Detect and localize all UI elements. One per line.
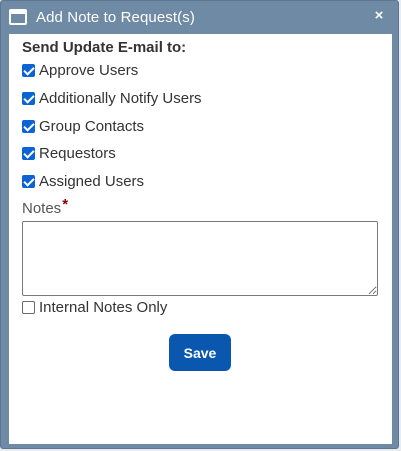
add-note-dialog: Add Note to Request(s) × Send Update E-m… xyxy=(0,0,399,449)
group-contacts-checkbox[interactable] xyxy=(22,119,35,133)
approve-users-checkbox[interactable] xyxy=(22,63,35,77)
assigned-users-label[interactable]: Assigned Users xyxy=(39,173,144,190)
requestors-label[interactable]: Requestors xyxy=(39,145,116,162)
required-marker: * xyxy=(62,196,69,213)
additionally-notify-users-checkbox[interactable] xyxy=(22,91,35,105)
save-button[interactable]: Save xyxy=(169,334,231,371)
internal-notes-only-option[interactable]: Internal Notes Only xyxy=(22,297,167,317)
window-icon xyxy=(9,9,27,25)
approve-users-label[interactable]: Approve Users xyxy=(39,62,138,79)
recipient-requestors[interactable]: Requestors xyxy=(22,143,116,163)
group-contacts-label[interactable]: Group Contacts xyxy=(39,118,144,135)
close-icon[interactable]: × xyxy=(372,7,386,25)
notes-label-text: Notes xyxy=(22,200,62,217)
notes-label: Notes* xyxy=(22,196,68,217)
internal-notes-only-checkbox[interactable] xyxy=(22,300,35,314)
recipient-assigned-users[interactable]: Assigned Users xyxy=(22,171,144,191)
dialog-title: Add Note to Request(s) xyxy=(36,9,195,26)
additionally-notify-users-label[interactable]: Additionally Notify Users xyxy=(39,90,202,107)
recipient-group-contacts[interactable]: Group Contacts xyxy=(22,116,144,136)
recipient-additionally-notify-users[interactable]: Additionally Notify Users xyxy=(22,88,202,108)
notes-textarea[interactable] xyxy=(22,221,378,296)
send-update-heading: Send Update E-mail to: xyxy=(22,39,187,56)
dialog-titlebar[interactable]: Add Note to Request(s) × xyxy=(1,1,398,34)
dialog-content: Send Update E-mail to: Approve Users Add… xyxy=(9,34,392,444)
internal-notes-only-label[interactable]: Internal Notes Only xyxy=(39,299,167,316)
requestors-checkbox[interactable] xyxy=(22,146,35,160)
assigned-users-checkbox[interactable] xyxy=(22,174,35,188)
recipient-approve-users[interactable]: Approve Users xyxy=(22,60,138,80)
